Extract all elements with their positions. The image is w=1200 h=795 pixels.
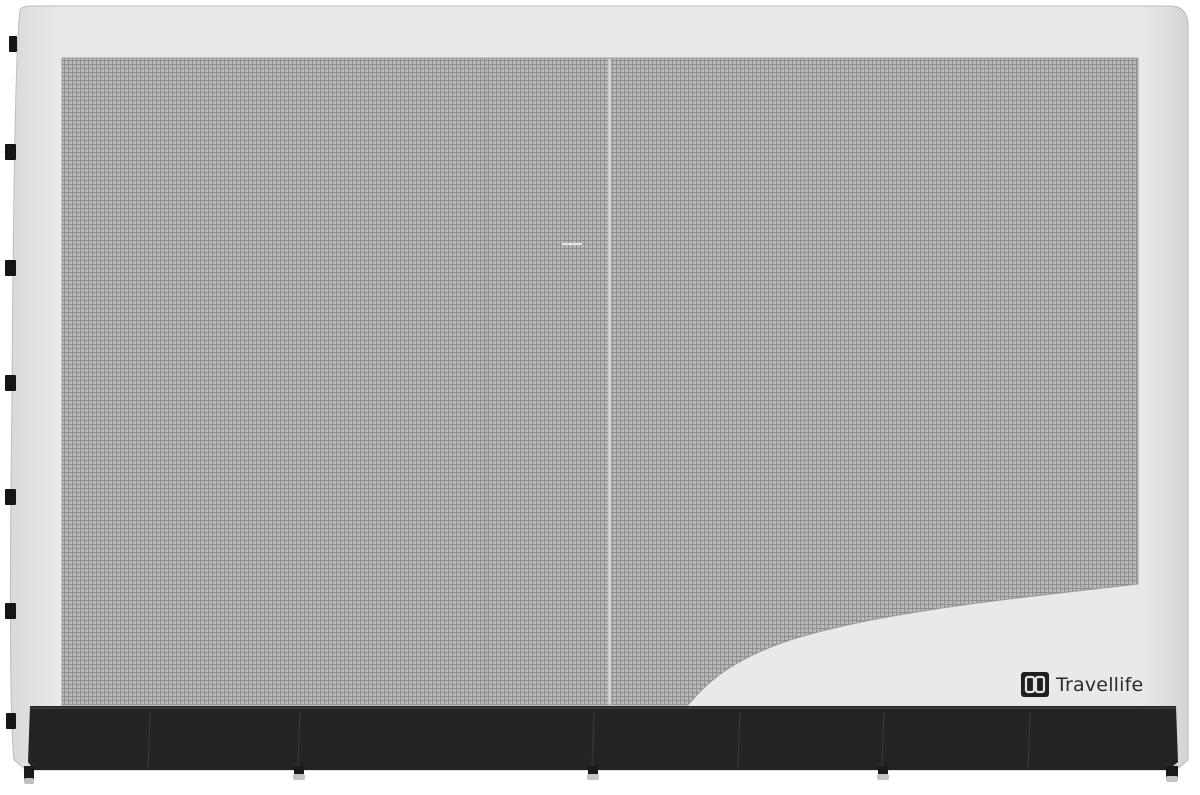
brand-name: Travellife xyxy=(1056,674,1144,696)
travellife-logo-icon xyxy=(1021,672,1049,697)
tent-side-panel-photo: Travellife xyxy=(0,0,1200,790)
bottom-skirt xyxy=(28,706,1178,770)
tent-panel-illustration xyxy=(5,5,1189,784)
